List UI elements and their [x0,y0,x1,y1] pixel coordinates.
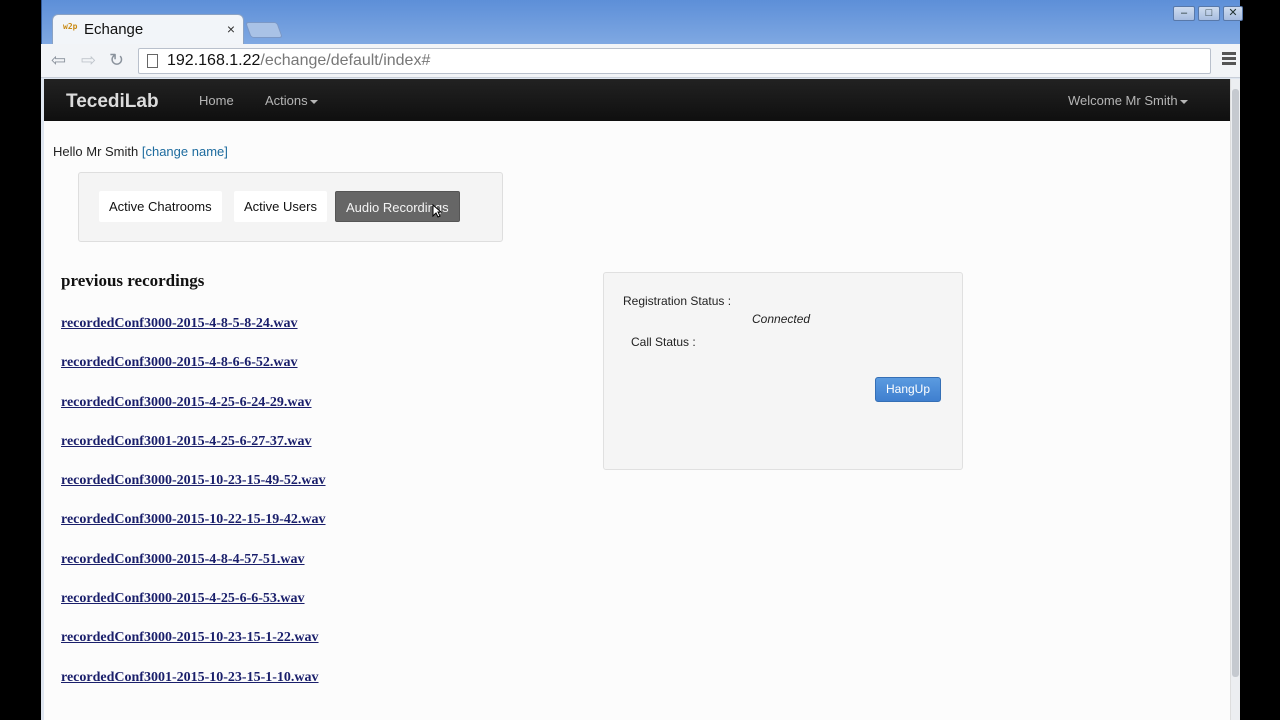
address-bar[interactable]: 192.168.1.22/echange/default/index# ☆ [138,48,1211,74]
tab-title: Echange [84,21,144,38]
change-name-link[interactable]: [change name] [142,144,228,159]
url-text[interactable]: 192.168.1.22/echange/default/index# [167,52,430,70]
nav-actions-label: Actions [265,93,308,108]
list-item: recordedConf3000-2015-4-8-6-6-52.wav [61,353,326,392]
list-item: recordedConf3000-2015-10-22-15-19-42.wav [61,510,326,549]
registration-status-value: Connected [752,312,811,326]
scrollbar-thumb[interactable] [1232,89,1239,677]
web2py-favicon-icon: w2p [63,22,78,31]
registration-status-label: Registration Status : [623,294,732,308]
new-tab-button[interactable] [245,22,283,38]
recordings-list: recordedConf3000-2015-4-8-5-8-24.wav rec… [61,314,326,707]
minimize-window-button[interactable]: – [1173,6,1195,21]
menu-icon[interactable] [1222,52,1236,67]
list-item: recordedConf3000-2015-10-23-15-1-22.wav [61,628,326,667]
caret-down-icon [309,99,318,104]
back-arrow-icon[interactable]: ⇦ [51,51,66,69]
recording-link[interactable]: recordedConf3000-2015-10-23-15-49-52.wav [61,473,326,488]
brand-logo[interactable]: TecediLab [66,91,159,113]
browser-tab[interactable]: w2p Echange × [52,14,244,44]
recording-link[interactable]: recordedConf3000-2015-10-22-15-19-42.wav [61,512,326,527]
recording-link[interactable]: recordedConf3000-2015-4-8-5-8-24.wav [61,316,298,331]
close-window-button[interactable]: ✕ [1223,6,1243,21]
recordings-heading: previous recordings [61,271,205,290]
mouse-cursor-icon [432,204,442,218]
maximize-window-button[interactable]: □ [1198,6,1220,21]
tab-active-chatrooms[interactable]: Active Chatrooms [99,191,222,222]
list-item: recordedConf3001-2015-10-23-15-1-10.wav [61,668,326,707]
user-menu-dropdown[interactable]: Welcome Mr Smith [1068,93,1188,108]
browser-toolbar: ⇦ ⇨ ↻ 192.168.1.22/echange/default/index… [41,44,1240,78]
nav-home-link[interactable]: Home [199,93,234,108]
page-icon [147,54,158,68]
forward-arrow-icon[interactable]: ⇨ [81,51,96,69]
title-bar: w2p Echange × – □ ✕ [41,0,1243,44]
url-host: 192.168.1.22 [167,52,261,69]
nav-actions-dropdown[interactable]: Actions [265,93,318,108]
list-item: recordedConf3001-2015-4-25-6-27-37.wav [61,432,326,471]
top-navbar: TecediLab Home Actions Welcome Mr Smith [44,79,1230,121]
browser-window: w2p Echange × – □ ✕ ⇦ ⇨ ↻ 192.168.1.22/e… [41,0,1243,720]
list-item: recordedConf3000-2015-4-25-6-6-53.wav [61,589,326,628]
reload-icon[interactable]: ↻ [109,51,124,69]
close-tab-icon[interactable]: × [227,21,235,37]
caret-down-icon [1179,99,1188,104]
hangup-button[interactable]: HangUp [875,377,941,402]
greeting: Hello Mr Smith [change name] [53,144,228,159]
recording-link[interactable]: recordedConf3000-2015-4-25-6-24-29.wav [61,395,312,410]
recording-link[interactable]: recordedConf3000-2015-4-8-6-6-52.wav [61,355,298,370]
greeting-text: Hello Mr Smith [53,144,142,159]
list-item: recordedConf3000-2015-4-8-5-8-24.wav [61,314,326,353]
call-status-panel: Registration Status : Connected Call Sta… [603,272,963,470]
list-item: recordedConf3000-2015-4-25-6-24-29.wav [61,393,326,432]
call-status-label: Call Status : [631,335,696,349]
url-path: /echange/default/index# [260,52,431,69]
recording-link[interactable]: recordedConf3001-2015-10-23-15-1-10.wav [61,670,319,685]
recording-link[interactable]: recordedConf3000-2015-10-23-15-1-22.wav [61,630,319,645]
recording-link[interactable]: recordedConf3000-2015-4-25-6-6-53.wav [61,591,305,606]
tab-active-users[interactable]: Active Users [234,191,327,222]
list-item: recordedConf3000-2015-10-23-15-49-52.wav [61,471,326,510]
user-menu-label: Welcome Mr Smith [1068,93,1178,108]
list-item: recordedConf3000-2015-4-8-4-57-51.wav [61,550,326,589]
page-viewport: TecediLab Home Actions Welcome Mr Smith … [44,79,1230,720]
recording-link[interactable]: recordedConf3001-2015-4-25-6-27-37.wav [61,434,312,449]
vertical-scrollbar[interactable] [1230,79,1240,720]
recording-link[interactable]: recordedConf3000-2015-4-8-4-57-51.wav [61,552,305,567]
